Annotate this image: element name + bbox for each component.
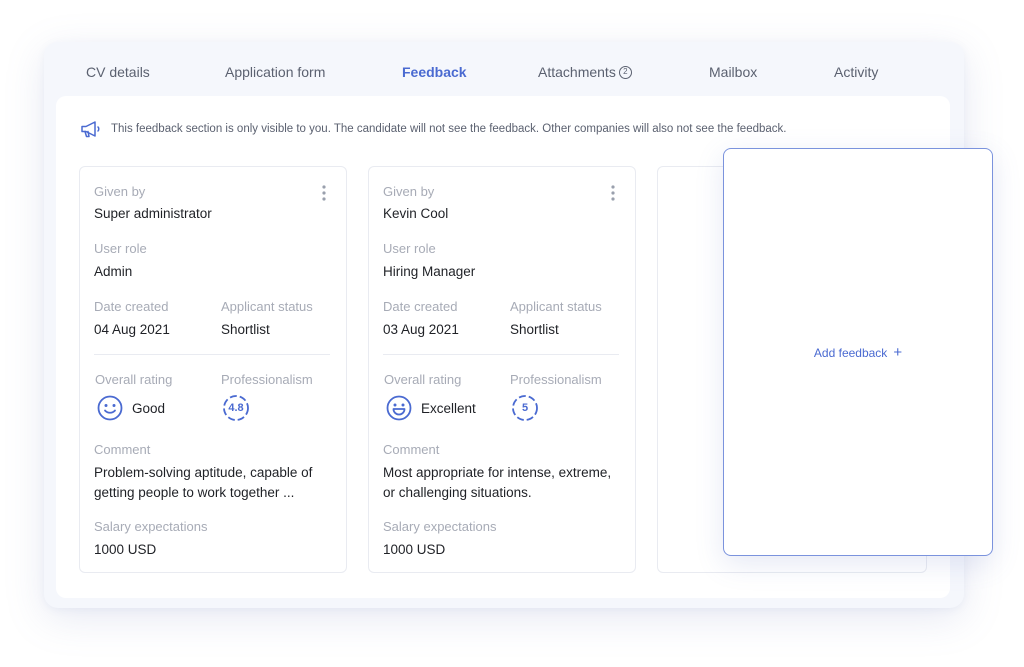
tab-mailbox[interactable]: Mailbox xyxy=(709,64,757,80)
comment-label: Comment xyxy=(383,442,440,457)
salary-label: Salary expectations xyxy=(383,519,497,534)
professionalism-label: Professionalism xyxy=(221,372,313,387)
add-feedback-card[interactable]: Add feedback + xyxy=(723,148,993,556)
salary-value: 1000 USD xyxy=(94,542,157,557)
given-by-label: Given by xyxy=(383,184,435,199)
feedback-card: Given by Kevin Cool User role Hiring Man… xyxy=(368,166,636,573)
user-role-label: User role xyxy=(383,241,436,256)
professionalism-score: 5 xyxy=(511,394,539,422)
comment-label: Comment xyxy=(94,442,151,457)
overall-rating-label: Overall rating xyxy=(95,372,173,387)
professionalism-label: Professionalism xyxy=(510,372,602,387)
professionalism-value: 4.8 xyxy=(228,402,244,414)
tab-cv-details[interactable]: CV details xyxy=(86,64,150,80)
applicant-status-label: Applicant status xyxy=(510,299,602,314)
overall-rating-value: Excellent xyxy=(421,400,476,416)
more-options-icon[interactable] xyxy=(611,185,615,206)
add-feedback-label: Add feedback xyxy=(813,345,888,360)
overall-rating: Excellent xyxy=(385,394,476,422)
tab-application-form[interactable]: Application form xyxy=(225,64,325,80)
professionalism-score: 4.8 xyxy=(222,394,250,422)
applicant-status-value: Shortlist xyxy=(510,322,559,337)
comment-value: Problem-solving aptitude, capable of get… xyxy=(94,465,313,500)
applicant-status-value: Shortlist xyxy=(221,322,270,337)
attachments-count-badge: 2 xyxy=(618,65,632,79)
date-created-value: 03 Aug 2021 xyxy=(383,322,459,337)
salary-label: Salary expectations xyxy=(94,519,208,534)
tab-activity[interactable]: Activity xyxy=(834,64,878,80)
tab-attachments[interactable]: Attachments 2 xyxy=(538,64,632,80)
feedback-card: Given by Super administrator User role A… xyxy=(79,166,347,573)
salary-value: 1000 USD xyxy=(383,542,446,557)
given-by-value: Kevin Cool xyxy=(383,206,449,221)
privacy-notice-text: This feedback section is only visible to… xyxy=(111,123,787,135)
date-created-value: 04 Aug 2021 xyxy=(94,322,170,337)
given-by-label: Given by xyxy=(94,184,146,199)
megaphone-icon xyxy=(81,121,100,138)
given-by-value: Super administrator xyxy=(94,206,212,221)
privacy-notice: This feedback section is only visible to… xyxy=(80,120,786,138)
comment-value: Most appropriate for intense, extreme, o… xyxy=(383,465,612,500)
applicant-status-label: Applicant status xyxy=(221,299,313,314)
date-created-label: Date created xyxy=(383,299,458,314)
overall-rating: Good xyxy=(96,394,165,422)
tab-bar: CV details Application form Feedback Att… xyxy=(44,42,964,104)
card-divider xyxy=(383,354,619,355)
smile-icon xyxy=(97,395,123,421)
overall-rating-label: Overall rating xyxy=(384,372,462,387)
user-role-label: User role xyxy=(94,241,147,256)
user-role-value: Hiring Manager xyxy=(383,264,476,279)
tab-feedback[interactable]: Feedback xyxy=(402,64,467,80)
date-created-label: Date created xyxy=(94,299,169,314)
grin-icon xyxy=(386,395,412,421)
card-divider xyxy=(94,354,330,355)
more-options-icon[interactable] xyxy=(322,185,326,206)
user-role-value: Admin xyxy=(94,264,133,279)
overall-rating-value: Good xyxy=(132,400,166,416)
plus-icon: + xyxy=(893,344,903,361)
add-feedback-button[interactable]: Add feedback + xyxy=(724,345,992,360)
professionalism-value: 5 xyxy=(521,402,529,414)
